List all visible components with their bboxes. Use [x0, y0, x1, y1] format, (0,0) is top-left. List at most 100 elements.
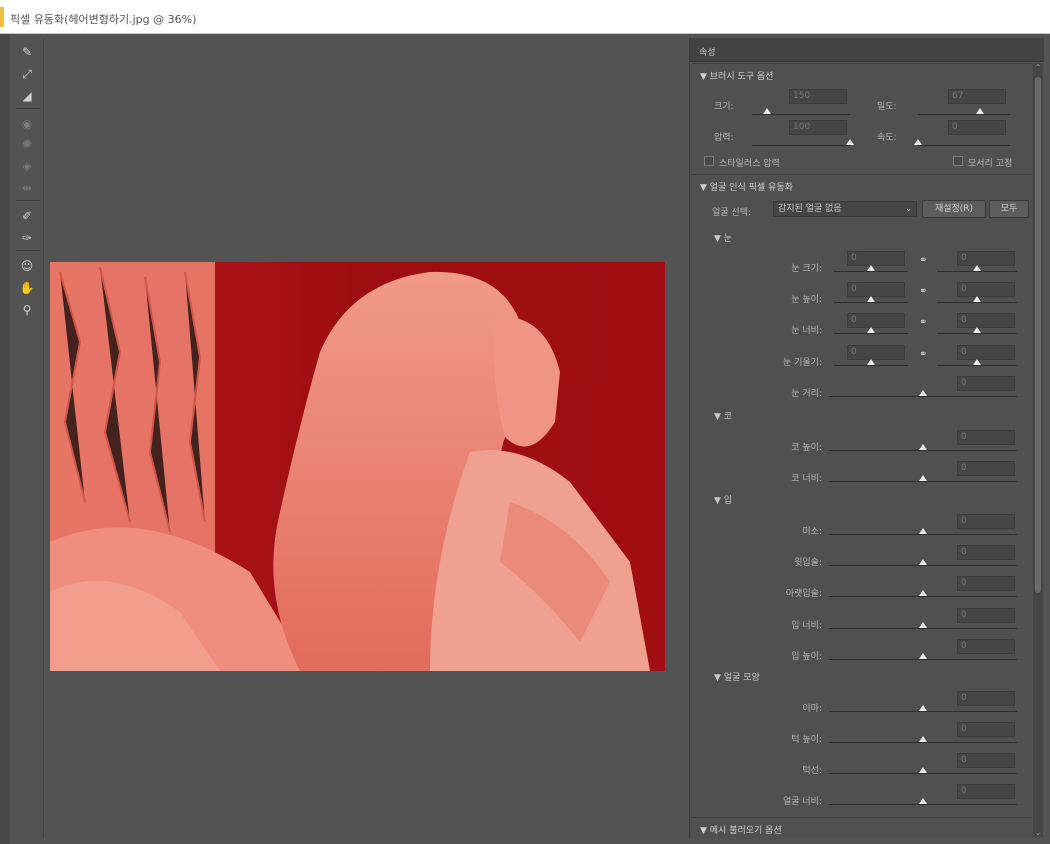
pin-edges-checkbox[interactable] [953, 156, 963, 166]
pucker-tool-icon[interactable]: ✺ [14, 134, 40, 154]
jawline-slider[interactable] [829, 773, 1017, 774]
eye-height-left-field[interactable]: 0 [847, 282, 905, 297]
eye-width-left-thumb[interactable] [867, 327, 875, 333]
jawline-thumb[interactable] [919, 767, 927, 773]
smooth-tool-icon[interactable]: ◢ [14, 86, 40, 106]
eye-distance-thumb[interactable] [919, 390, 927, 396]
size-field[interactable]: 150 [789, 89, 847, 104]
scrollbar-thumb[interactable] [1035, 77, 1041, 593]
mouth-width-slider[interactable] [829, 628, 1017, 629]
bloat-tool-icon[interactable]: ◈ [14, 156, 40, 176]
face-aware-header[interactable]: ▼ 얼굴 인식 픽셀 유동화 [692, 174, 1032, 194]
eye-size-left-field[interactable]: 0 [847, 251, 905, 266]
mouth-section[interactable]: ▼ 입 [714, 493, 732, 506]
nose-height-thumb[interactable] [919, 444, 927, 450]
mouth-height-slider[interactable] [829, 659, 1017, 660]
forward-warp-tool-icon[interactable]: ✎ [14, 42, 40, 62]
face-width-field[interactable]: 0 [957, 784, 1015, 799]
eye-height-right-field[interactable]: 0 [957, 282, 1015, 297]
eye-height-right-thumb[interactable] [973, 296, 981, 302]
face-select-dropdown[interactable]: 감지된 얼굴 없음 ⌄ [773, 201, 917, 217]
eye-height-right-slider[interactable] [937, 302, 1017, 303]
density-slider[interactable] [918, 114, 1010, 115]
eye-tilt-left-field[interactable]: 0 [847, 345, 905, 360]
face-width-slider[interactable] [829, 804, 1017, 805]
smile-slider[interactable] [829, 534, 1017, 535]
eye-tilt-right-thumb[interactable] [973, 359, 981, 365]
mesh-options-header[interactable]: ▼ 메시 불러오기 옵션 [692, 817, 1032, 837]
nose-height-slider[interactable] [829, 450, 1017, 451]
forehead-thumb[interactable] [919, 705, 927, 711]
nose-height-field[interactable]: 0 [957, 430, 1015, 445]
smile-field[interactable]: 0 [957, 514, 1015, 529]
thaw-mask-tool-icon[interactable]: ✑ [14, 228, 40, 248]
eye-size-right-field[interactable]: 0 [957, 251, 1015, 266]
eyes-section[interactable]: ▼ 눈 [714, 231, 732, 244]
rate-field[interactable]: 0 [948, 120, 1006, 135]
nose-width-field[interactable]: 0 [957, 461, 1015, 476]
twirl-tool-icon[interactable]: ◉ [14, 114, 40, 134]
link-icon[interactable]: ⚭ [919, 286, 927, 297]
zoom-tool-icon[interactable]: ⚲ [14, 300, 40, 320]
reconstruct-tool-icon[interactable]: ⤢ [14, 64, 40, 84]
face-width-thumb[interactable] [919, 798, 927, 804]
pressure-field[interactable]: 100 [789, 120, 847, 135]
preview-image[interactable] [50, 262, 665, 671]
upper-lip-field[interactable]: 0 [957, 545, 1015, 560]
eye-distance-field[interactable]: 0 [957, 376, 1015, 391]
scroll-up-icon[interactable]: ⌃ [1034, 63, 1042, 72]
smile-thumb[interactable] [919, 528, 927, 534]
rate-slider[interactable] [918, 145, 1010, 146]
eye-width-right-field[interactable]: 0 [957, 313, 1015, 328]
reset-button[interactable]: 재설정(R) [922, 200, 986, 218]
mouth-width-field[interactable]: 0 [957, 608, 1015, 623]
freeze-mask-tool-icon[interactable]: ✐ [14, 206, 40, 226]
scroll-down-icon[interactable]: ⌄ [1034, 828, 1042, 837]
mouth-height-field[interactable]: 0 [957, 639, 1015, 654]
nose-width-thumb[interactable] [919, 475, 927, 481]
link-icon[interactable]: ⚭ [919, 317, 927, 328]
eye-width-left-slider[interactable] [834, 333, 908, 334]
eye-size-right-thumb[interactable] [973, 265, 981, 271]
lower-lip-slider[interactable] [829, 596, 1017, 597]
jawline-field[interactable]: 0 [957, 753, 1015, 768]
chin-height-field[interactable]: 0 [957, 722, 1015, 737]
eye-size-right-slider[interactable] [937, 271, 1017, 272]
eye-height-left-slider[interactable] [834, 302, 908, 303]
density-slider-thumb[interactable] [975, 108, 984, 114]
face-tool-icon[interactable]: ☺ [14, 256, 40, 276]
eye-tilt-left-slider[interactable] [834, 365, 908, 366]
pressure-slider[interactable] [752, 145, 850, 146]
rate-slider-thumb[interactable] [914, 139, 922, 145]
upper-lip-slider[interactable] [829, 565, 1017, 566]
eye-tilt-left-thumb[interactable] [867, 359, 875, 365]
brush-options-header[interactable]: ▼ 브러시 도구 옵션 [692, 63, 1032, 83]
eye-width-right-thumb[interactable] [973, 327, 981, 333]
chin-height-thumb[interactable] [919, 736, 927, 742]
eye-tilt-right-slider[interactable] [937, 365, 1017, 366]
nose-width-slider[interactable] [829, 481, 1017, 482]
panel-scrollbar[interactable]: ⌃ ⌄ [1033, 63, 1043, 837]
density-field[interactable]: 67 [948, 89, 1006, 104]
mouth-width-thumb[interactable] [919, 622, 927, 628]
eye-size-left-thumb[interactable] [867, 265, 875, 271]
size-slider[interactable] [752, 114, 850, 115]
eye-tilt-right-field[interactable]: 0 [957, 345, 1015, 360]
link-icon[interactable]: ⚭ [919, 349, 927, 360]
eye-width-left-field[interactable]: 0 [847, 313, 905, 328]
eye-size-left-slider[interactable] [834, 271, 908, 272]
all-button[interactable]: 모두 [989, 200, 1029, 218]
forehead-slider[interactable] [829, 711, 1017, 712]
hand-tool-icon[interactable]: ✋ [14, 278, 40, 298]
lower-lip-field[interactable]: 0 [957, 576, 1015, 591]
pressure-slider-thumb[interactable] [846, 139, 854, 145]
forehead-field[interactable]: 0 [957, 691, 1015, 706]
nose-section[interactable]: ▼ 코 [714, 409, 732, 422]
face-shape-section[interactable]: ▼ 얼굴 모양 [714, 670, 760, 683]
lower-lip-thumb[interactable] [919, 590, 927, 596]
stylus-pressure-checkbox[interactable] [704, 156, 714, 166]
eye-width-right-slider[interactable] [937, 333, 1017, 334]
upper-lip-thumb[interactable] [919, 559, 927, 565]
mouth-height-thumb[interactable] [919, 653, 927, 659]
eye-distance-slider[interactable] [829, 396, 1017, 397]
